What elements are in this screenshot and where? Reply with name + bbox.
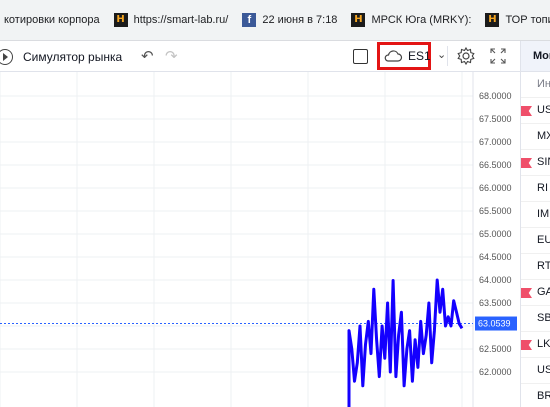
- bookmarks-bar: котировки корпора H https://smart-lab.ru…: [0, 0, 550, 41]
- price-axis-label: 65.0000: [479, 229, 512, 239]
- watchlist-symbol: EU: [537, 234, 550, 246]
- watchlist-row[interactable]: SB: [521, 306, 550, 332]
- last-price-value: 63.0539: [478, 319, 511, 329]
- play-circle-icon: [0, 49, 13, 65]
- bookmark-item[interactable]: f 22 июня в 7:18: [242, 10, 337, 30]
- watchlist-row[interactable]: EU: [521, 228, 550, 254]
- watchlist-symbol: GA: [537, 286, 550, 298]
- watchlist-symbol: SB: [537, 312, 550, 324]
- watchlist-symbol: RI: [537, 182, 548, 194]
- watchlist-row[interactable]: IM: [521, 202, 550, 228]
- price-axis-label: 68.0000: [479, 91, 512, 101]
- price-axis-label: 66.5000: [479, 160, 512, 170]
- price-axis-label: 62.5000: [479, 344, 512, 354]
- flag-icon: [521, 158, 532, 168]
- watchlist-row[interactable]: BR: [521, 384, 550, 407]
- watchlist-row[interactable]: RI: [521, 176, 550, 202]
- smartlab-icon: H: [113, 13, 128, 27]
- redo-button[interactable]: ↷: [165, 47, 178, 65]
- cloud-icon[interactable]: [383, 49, 403, 63]
- price-axis-label: 64.0000: [479, 275, 512, 285]
- watchlist-panel: Мой Инс US MX SIN RI IM EU RT GA SB LK US BR: [520, 41, 550, 407]
- undo-button[interactable]: ↶: [141, 47, 154, 65]
- watchlist-row[interactable]: SIN: [521, 150, 550, 176]
- bookmark-label: МРСК Юга (MRKY):: [371, 14, 472, 26]
- watchlist-row[interactable]: GA: [521, 280, 550, 306]
- bookmark-item[interactable]: H ТОР топиков Z: [485, 10, 550, 30]
- price-axis-label: 63.5000: [479, 298, 512, 308]
- watchlist-symbol: US: [537, 104, 550, 116]
- price-axis-label: 67.0000: [479, 137, 512, 147]
- layout-square-icon[interactable]: [353, 49, 368, 64]
- chart-grid: [0, 72, 463, 407]
- bookmark-label: ТОР топиков Z: [505, 14, 550, 26]
- smartlab-icon: H: [351, 13, 366, 27]
- chevron-down-icon[interactable]: ⌄: [437, 48, 446, 61]
- toolbar-divider: [447, 46, 448, 66]
- bookmark-item[interactable]: H https://smart-lab.ru/: [113, 10, 229, 30]
- watchlist-row[interactable]: LK: [521, 332, 550, 358]
- watchlist-header-row: Инс: [521, 72, 550, 98]
- price-axis-label: 65.5000: [479, 206, 512, 216]
- price-chart[interactable]: 68.0000 67.5000 67.0000 66.5000 66.0000 65.50…: [0, 72, 520, 407]
- price-axis-label: 64.5000: [479, 252, 512, 262]
- watchlist-symbol: US: [537, 364, 550, 376]
- market-simulator-button[interactable]: Симулятор рынка: [0, 47, 122, 67]
- watchlist-row[interactable]: US: [521, 98, 550, 124]
- watchlist-symbol: RT: [537, 260, 550, 272]
- watchlist-header-label: Инс: [537, 78, 550, 90]
- watchlist-symbol: MX: [537, 130, 550, 142]
- watchlist-row[interactable]: MX: [521, 124, 550, 150]
- flag-icon: [521, 288, 532, 298]
- watchlist-row[interactable]: RT: [521, 254, 550, 280]
- fullscreen-icon[interactable]: [489, 47, 507, 65]
- facebook-icon: f: [242, 13, 257, 27]
- symbol-label[interactable]: ES1: [408, 49, 431, 63]
- bookmark-label: котировки корпора: [4, 14, 100, 26]
- bookmark-label: https://smart-lab.ru/: [133, 14, 229, 26]
- price-axis-label: 67.5000: [479, 114, 512, 124]
- watchlist-symbol: BR: [537, 390, 550, 402]
- bookmark-label: 22 июня в 7:18: [262, 14, 338, 26]
- watchlist-symbol: SIN: [537, 156, 550, 168]
- flag-icon: [521, 340, 532, 350]
- flag-icon: [521, 106, 532, 116]
- bookmark-item[interactable]: H МРСК Юга (MRKY):: [351, 10, 471, 30]
- series-line: [347, 278, 464, 407]
- watchlist-symbol: LK: [537, 338, 550, 350]
- watchlist-symbol: IM: [537, 208, 550, 220]
- price-axis[interactable]: 68.0000 67.5000 67.0000 66.5000 66.0000 65.50…: [479, 91, 512, 377]
- market-simulator-label: Симулятор рынка: [23, 50, 123, 64]
- watchlist-title[interactable]: Мой: [521, 41, 550, 72]
- watchlist-row[interactable]: US: [521, 358, 550, 384]
- price-axis-label: 62.0000: [479, 367, 512, 377]
- price-axis-label: 66.0000: [479, 183, 512, 193]
- gear-icon[interactable]: [456, 46, 476, 66]
- bookmark-item[interactable]: котировки корпора: [4, 10, 100, 30]
- chart-toolbar: Симулятор рынка ↶ ↷ ES1 ⌄: [0, 41, 550, 72]
- smartlab-icon: H: [485, 13, 500, 27]
